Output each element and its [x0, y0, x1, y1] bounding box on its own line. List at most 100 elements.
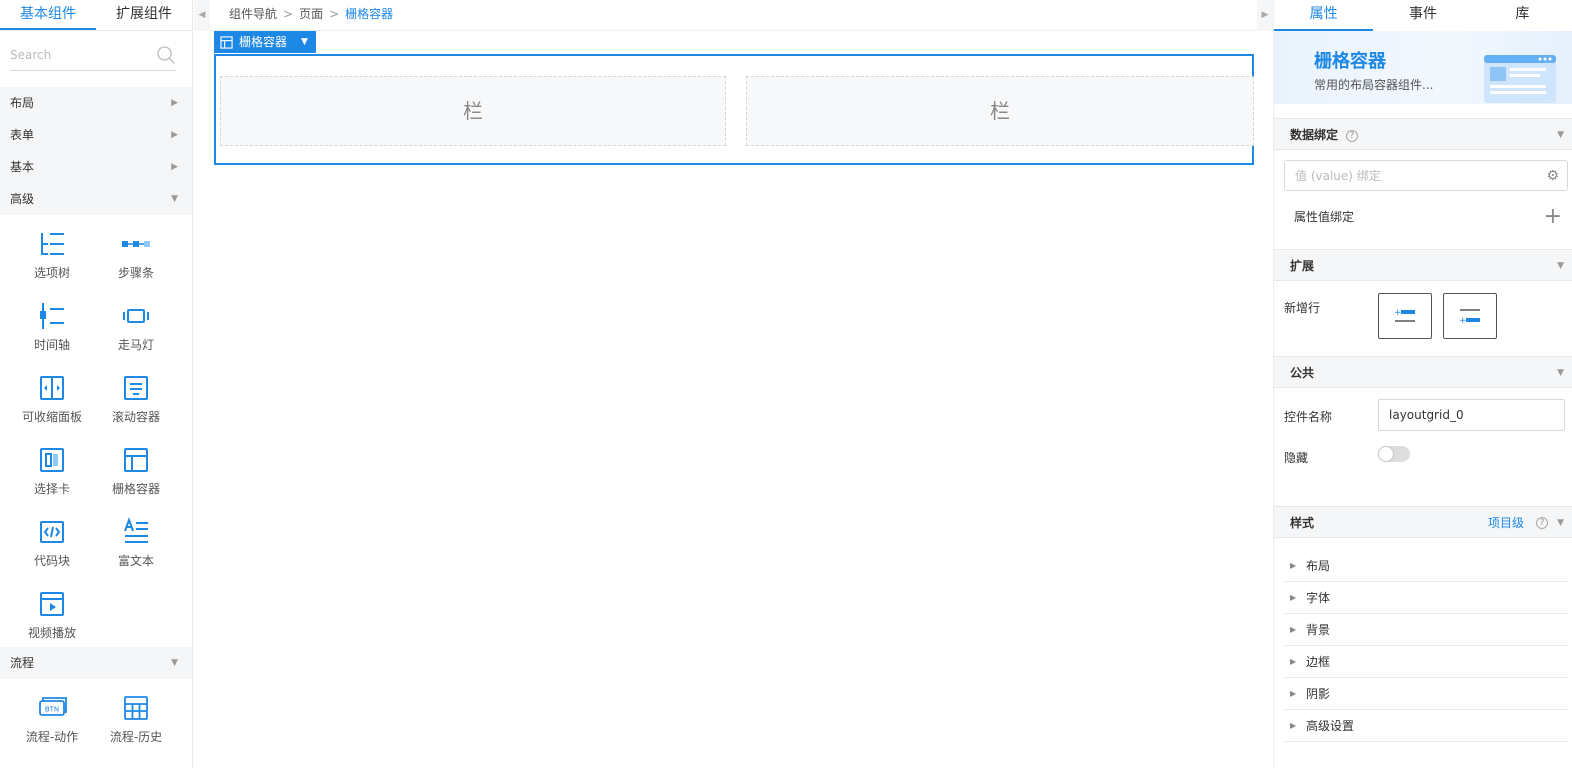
component-timeline[interactable]: 时间轴: [10, 301, 94, 357]
component-code-block[interactable]: 代码块: [10, 517, 94, 573]
flow-action-button-icon: BTN: [39, 697, 67, 716]
add-row-below-button[interactable]: +: [1443, 293, 1497, 339]
caret-down-icon: ▼: [171, 194, 178, 204]
flow-history-table-icon: [124, 696, 148, 720]
selected-component-tag[interactable]: 栅格容器 ▼: [214, 31, 316, 53]
collapsible-panel-icon: [40, 376, 64, 400]
category-basic[interactable]: 基本 ▶: [0, 151, 192, 183]
caret-down-icon[interactable]: ▼: [1557, 507, 1564, 539]
breadcrumb-item[interactable]: 组件导航: [229, 7, 277, 21]
component-option-tree[interactable]: 选项树: [10, 229, 94, 285]
component-grid-container[interactable]: 栅格容器: [94, 445, 178, 501]
caret-right-icon: ▶: [171, 130, 178, 140]
section-data-binding[interactable]: 数据绑定? ▼: [1274, 118, 1572, 150]
style-group-background[interactable]: ▶ 背景: [1284, 614, 1568, 646]
rich-text-icon: [124, 517, 148, 543]
property-tabs: 属性 事件 库: [1274, 0, 1572, 31]
component-label: 代码块: [33, 554, 70, 568]
grid-container-icon: [124, 448, 148, 472]
component-label: 流程-历史: [109, 730, 163, 744]
caret-right-icon: ▶: [1290, 561, 1297, 570]
style-group-layout[interactable]: ▶ 布局: [1284, 550, 1568, 582]
collapse-right-icon[interactable]: ▶: [1257, 0, 1273, 31]
app-root: 基本组件 扩展组件 布局 ▶ 表单 ▶ 基本 ▶ 高级 ▼ 选项树 步骤条 时间轴: [0, 0, 1572, 768]
add-row-above-button[interactable]: +: [1378, 293, 1432, 339]
chevron-right-icon: >: [283, 7, 294, 21]
hidden-toggle[interactable]: [1378, 446, 1410, 462]
caret-down-icon[interactable]: ▼: [1557, 250, 1564, 282]
component-label: 栅格容器: [111, 482, 160, 496]
tab-properties[interactable]: 属性: [1274, 0, 1374, 31]
grid-column[interactable]: 栏: [746, 76, 1254, 146]
caret-down-icon[interactable]: ▼: [301, 31, 308, 53]
component-label: 滚动容器: [111, 410, 160, 424]
plus-icon[interactable]: +: [1544, 195, 1562, 239]
help-icon[interactable]: ?: [1536, 517, 1548, 529]
extend-body: 新增行 + +: [1274, 281, 1572, 356]
style-group-border[interactable]: ▶ 边框: [1284, 646, 1568, 678]
timeline-icon: [40, 303, 64, 329]
control-name-label: 控件名称: [1284, 410, 1333, 424]
caret-down-icon[interactable]: ▼: [1557, 119, 1564, 151]
tab-events[interactable]: 事件: [1373, 0, 1472, 31]
component-rich-text[interactable]: 富文本: [94, 517, 178, 573]
breadcrumb: 组件导航 > 页面 > 栅格容器: [229, 0, 393, 31]
caret-right-icon: ▶: [1290, 625, 1297, 634]
add-row-above-icon: +: [1394, 308, 1415, 322]
category-form[interactable]: 表单 ▶: [0, 119, 192, 151]
style-group-list: ▶ 布局 ▶ 字体 ▶ 背景 ▶ 边框 ▶ 阴影 ▶ 高级设置: [1274, 538, 1572, 742]
section-title: 公共: [1290, 366, 1315, 380]
section-style[interactable]: 样式 项目级 ? ▼: [1274, 506, 1572, 538]
value-binding-input[interactable]: [1285, 161, 1525, 190]
component-scroll-container[interactable]: 滚动容器: [94, 373, 178, 429]
category-advanced[interactable]: 高级 ▼: [0, 183, 192, 215]
style-group-advanced[interactable]: ▶ 高级设置: [1284, 710, 1568, 742]
component-flow-history[interactable]: 流程-历史: [94, 693, 178, 749]
category-label: 高级: [10, 192, 35, 206]
section-extend[interactable]: 扩展 ▼: [1274, 249, 1572, 281]
caret-down-icon: ▼: [171, 658, 178, 668]
style-group-label: 字体: [1306, 591, 1331, 605]
control-name-input[interactable]: [1378, 399, 1565, 431]
breadcrumb-item[interactable]: 页面: [299, 7, 323, 21]
style-group-label: 背景: [1306, 623, 1331, 637]
help-icon[interactable]: ?: [1346, 129, 1359, 142]
component-label: 走马灯: [117, 338, 154, 352]
new-row-label: 新增行: [1284, 301, 1321, 315]
search-input[interactable]: [10, 41, 140, 69]
style-group-shadow[interactable]: ▶ 阴影: [1284, 678, 1568, 710]
flow-component-grid: BTN 流程-动作 流程-历史: [0, 679, 192, 751]
search-icon[interactable]: [156, 45, 176, 65]
attribute-binding-label: 属性值绑定: [1294, 210, 1355, 224]
gear-icon[interactable]: ⚙: [1546, 168, 1559, 184]
collapse-left-icon[interactable]: ◀: [194, 0, 210, 31]
section-public[interactable]: 公共 ▼: [1274, 356, 1572, 388]
style-level-link[interactable]: 项目级: [1488, 507, 1524, 539]
grid-container-selected[interactable]: 栏 栏: [214, 54, 1254, 165]
grid-column[interactable]: 栏: [220, 76, 726, 146]
component-label: 选项树: [33, 266, 70, 280]
component-carousel[interactable]: 走马灯: [94, 301, 178, 357]
caret-right-icon: ▶: [1290, 657, 1297, 666]
component-collapsible-panel[interactable]: 可收缩面板: [10, 373, 94, 429]
component-video-player[interactable]: 视频播放: [10, 589, 94, 645]
carousel-icon: [123, 309, 149, 323]
category-flow[interactable]: 流程 ▼: [0, 647, 192, 679]
component-steps[interactable]: 步骤条: [94, 229, 178, 285]
svg-text:+: +: [1394, 308, 1402, 318]
breadcrumb-current[interactable]: 栅格容器: [345, 7, 393, 21]
style-group-label: 高级设置: [1306, 719, 1355, 733]
add-row-below-icon: +: [1459, 309, 1480, 325]
caret-down-icon[interactable]: ▼: [1557, 357, 1564, 389]
tab-library[interactable]: 库: [1473, 0, 1572, 31]
component-label: 时间轴: [33, 338, 70, 352]
grid-container-icon: [220, 35, 233, 49]
tab-extended-components[interactable]: 扩展组件: [96, 0, 192, 30]
component-tab-card[interactable]: 选择卡: [10, 445, 94, 501]
tab-basic-components[interactable]: 基本组件: [0, 0, 96, 30]
selected-component-name: 栅格容器: [239, 35, 288, 49]
component-flow-action[interactable]: BTN 流程-动作: [10, 693, 94, 749]
style-group-font[interactable]: ▶ 字体: [1284, 582, 1568, 614]
category-layout[interactable]: 布局 ▶: [0, 87, 192, 119]
style-group-label: 阴影: [1306, 687, 1331, 701]
